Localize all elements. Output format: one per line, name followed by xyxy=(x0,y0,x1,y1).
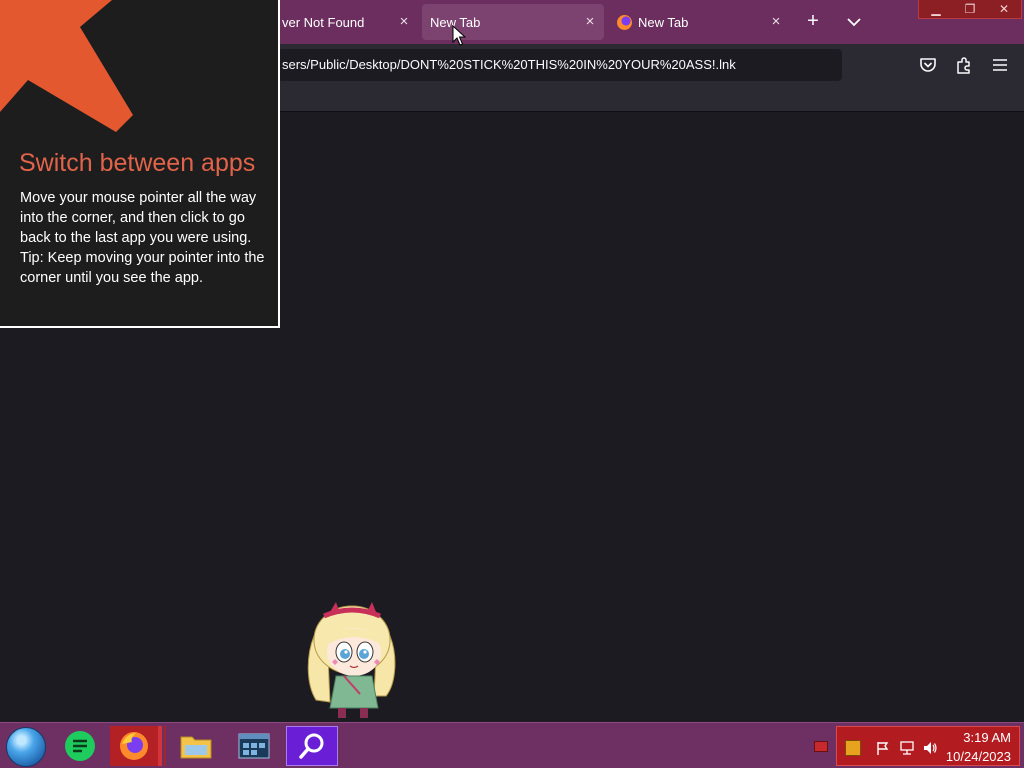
tip-title: Switch between apps xyxy=(19,149,256,177)
firefox-icon xyxy=(617,15,632,30)
new-tab-button[interactable]: + xyxy=(802,11,824,33)
clock-time[interactable]: 3:19 AM xyxy=(963,730,1011,745)
taskbar-separator xyxy=(164,726,166,766)
volume-icon[interactable] xyxy=(922,740,938,756)
tab-new-tab[interactable]: New Tab × xyxy=(608,4,790,40)
close-window-button[interactable]: ✕ xyxy=(987,0,1021,18)
taskbar-firefox[interactable] xyxy=(110,726,162,766)
pocket-icon[interactable] xyxy=(917,54,939,76)
action-center-flag-icon[interactable] xyxy=(875,740,891,756)
close-tab-icon[interactable]: × xyxy=(582,14,598,30)
cartoon-girl-mascot xyxy=(307,602,396,718)
corner-arrow-icon xyxy=(0,0,133,132)
mouse-cursor-icon xyxy=(452,25,466,46)
task-manager-icon xyxy=(238,733,270,759)
tip-body: Move your mouse pointer all the way into… xyxy=(20,188,265,288)
hamburger-menu-icon[interactable] xyxy=(989,54,1011,76)
close-tab-icon[interactable]: × xyxy=(396,14,412,30)
taskbar-search[interactable] xyxy=(286,726,338,766)
chevron-down-icon[interactable] xyxy=(843,11,865,33)
folder-icon xyxy=(180,736,212,759)
tab-not-found[interactable]: ver Not Found × xyxy=(278,4,418,40)
system-tray: 3:19 AM 10/24/2023 xyxy=(836,726,1020,766)
notes-icon xyxy=(65,731,95,761)
taskbar-notes-app[interactable] xyxy=(54,726,106,766)
start-button[interactable] xyxy=(6,727,46,767)
window-controls: ▁ ❐ ✕ xyxy=(918,0,1022,19)
tray-overflow-icon[interactable] xyxy=(814,741,828,752)
clock-date[interactable]: 10/24/2023 xyxy=(946,749,1011,764)
tab-label: New Tab xyxy=(638,14,689,30)
tray-app-icon[interactable] xyxy=(845,740,861,756)
search-icon xyxy=(299,733,324,759)
url-text: sers/Public/Desktop/DONT%20STICK%20THIS%… xyxy=(282,57,736,72)
tab-new-tab-active[interactable]: New Tab × xyxy=(422,4,604,40)
extensions-icon[interactable] xyxy=(953,54,975,76)
address-bar[interactable]: sers/Public/Desktop/DONT%20STICK%20THIS%… xyxy=(278,49,842,81)
taskbar-file-explorer[interactable] xyxy=(170,726,222,766)
switch-apps-tip-overlay: Switch between apps Move your mouse poin… xyxy=(0,0,280,328)
close-tab-icon[interactable]: × xyxy=(768,14,784,30)
taskbar: 3:19 AM 10/24/2023 xyxy=(0,722,1024,768)
tip-hint: Tip: Keep moving your pointer into the c… xyxy=(20,250,265,286)
taskbar-task-manager[interactable] xyxy=(228,726,280,766)
restore-button[interactable]: ❐ xyxy=(953,0,987,18)
firefox-icon xyxy=(120,732,148,760)
network-icon[interactable] xyxy=(899,740,915,756)
minimize-button[interactable]: ▁ xyxy=(919,0,953,18)
tab-label: ver Not Found xyxy=(282,14,365,30)
tip-description: Move your mouse pointer all the way into… xyxy=(20,190,257,246)
